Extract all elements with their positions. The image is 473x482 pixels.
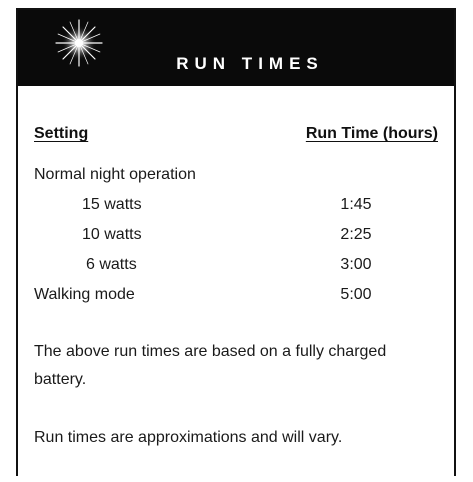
setting-cell: Walking mode [34,286,135,303]
battery-note: The above run times are based on a fully… [34,343,387,388]
table-row: 15 watts 1:45 [18,190,454,220]
run-times-panel: RUN TIMES Setting Run Time (hours) Norma… [16,8,456,476]
run-time-cell: 2:25 [340,226,372,243]
table-row: Walking mode 5:00 [18,280,454,310]
run-times-table: Normal night operation 15 watts 1:45 10 … [18,160,454,310]
run-time-cell: 5:00 [340,286,372,303]
table-row: Normal night operation [18,160,454,190]
column-header-setting: Setting [34,125,89,142]
setting-cell: 10 watts [82,226,142,243]
run-time-cell: 3:00 [340,256,372,273]
run-time-cell: 1:45 [340,196,372,213]
table-row: 10 watts 2:25 [18,220,454,250]
setting-cell: 6 watts [86,256,137,273]
setting-cell: Normal night operation [34,166,196,183]
panel-title: RUN TIMES [176,54,324,73]
panel-header: RUN TIMES [18,10,454,86]
approximation-note: Run times are approximations and will va… [34,429,343,446]
column-header-run-time: Run Time (hours) [305,125,438,142]
setting-cell: 15 watts [82,196,142,213]
table-row: 6 watts 3:00 [18,250,454,280]
